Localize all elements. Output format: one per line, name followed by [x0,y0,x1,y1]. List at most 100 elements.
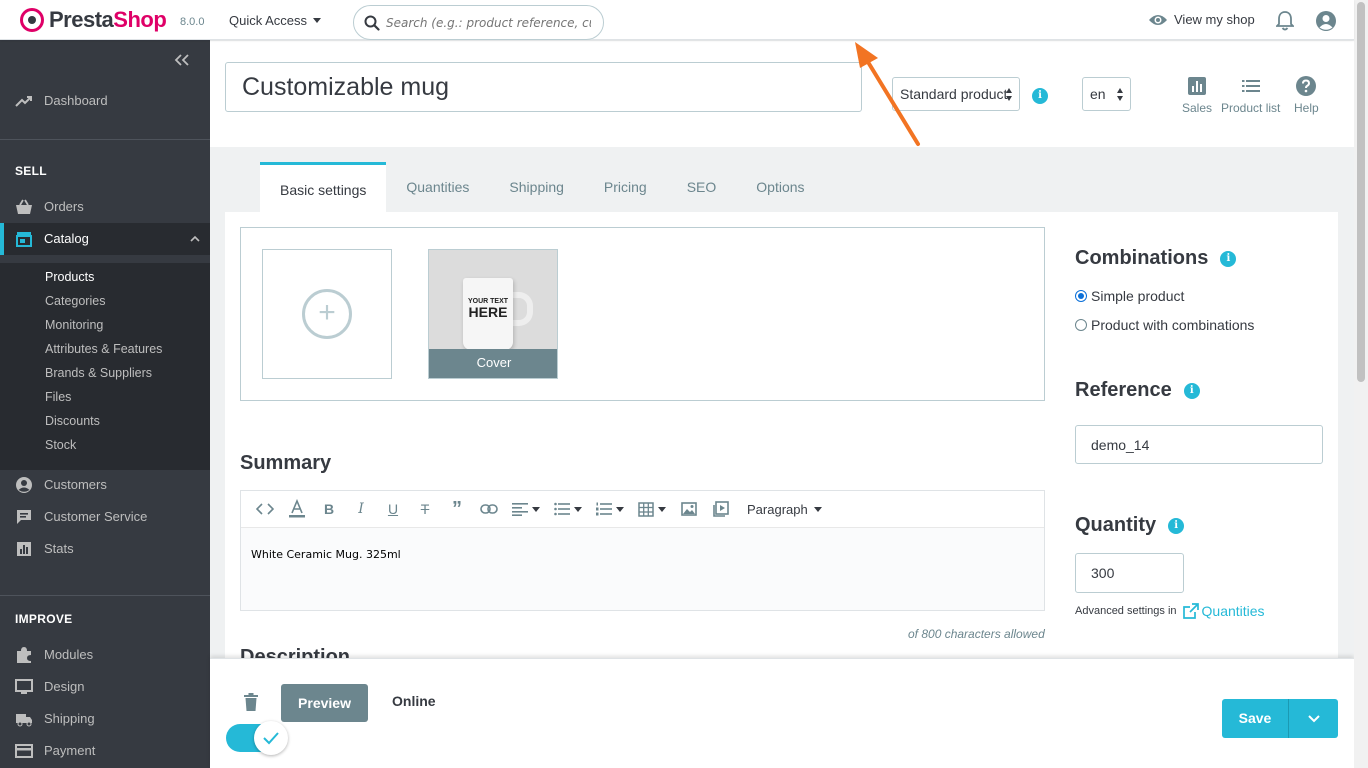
blockquote-icon[interactable]: ” [441,494,473,524]
numbered-list-dropdown[interactable] [589,502,631,516]
tab-basic-settings[interactable]: Basic settings [260,162,387,212]
sidebar-item-dashboard[interactable]: Dashboard [0,85,210,117]
bullet-list-dropdown[interactable] [547,502,589,516]
image-icon[interactable] [673,494,705,524]
paragraph-label: Paragraph [747,501,808,517]
info-icon[interactable]: i [1220,250,1237,267]
tab-options[interactable]: Options [736,162,824,212]
summary-title: Summary [240,452,332,474]
quantities-link[interactable]: Quantities [1182,603,1265,619]
save-button[interactable]: Save [1222,699,1288,738]
sidebar-subitem-discounts[interactable]: Discounts [45,414,100,428]
puffin-logo-icon [20,8,44,32]
advanced-settings-label: Advanced settings in [1075,605,1177,617]
sidebar-item-catalog[interactable]: Catalog [0,223,210,255]
info-icon[interactable]: i [1032,88,1048,104]
summary-text: White Ceramic Mug. 325ml [251,548,401,561]
advanced-settings-hint: Advanced settings in Quantities [1075,603,1265,619]
check-icon [263,732,279,745]
sidebar-item-stats[interactable]: Stats [0,533,210,565]
sidebar-subitem-products[interactable]: Products [45,270,94,284]
chevron-up-icon [190,235,200,242]
table-dropdown[interactable] [631,501,673,517]
external-link-icon [1182,603,1199,619]
search-box[interactable] [353,5,604,40]
quantity-value: 300 [1091,565,1115,581]
align-dropdown[interactable] [505,502,547,516]
sidebar-subitem-files[interactable]: Files [45,390,71,404]
shopping-basket-icon [16,199,32,214]
add-image-button[interactable]: + [262,249,392,379]
online-toggle[interactable] [226,721,288,755]
strikethrough-icon[interactable]: T [409,494,441,524]
search-icon [364,15,380,31]
page-scrollbar[interactable] [1354,0,1368,768]
simple-product-label: Simple product [1091,288,1185,304]
bold-icon[interactable]: B [313,494,345,524]
tab-shipping[interactable]: Shipping [489,162,584,212]
media-icon[interactable] [705,494,737,524]
sidebar-item-customer-service[interactable]: Customer Service [0,501,210,533]
sidebar-item-design[interactable]: Design [0,671,210,703]
summary-text-area[interactable]: White Ceramic Mug. 325ml [241,528,1044,610]
caret-down-icon [616,506,624,512]
source-code-icon[interactable] [249,494,281,524]
sidebar-item-orders[interactable]: Orders [0,191,210,223]
scrollbar-thumb[interactable] [1357,2,1365,382]
user-account-icon[interactable] [1315,10,1337,37]
info-icon[interactable]: i [1168,517,1185,534]
sales-button[interactable]: Sales [1182,75,1212,115]
help-label: Help [1294,101,1319,115]
sidebar-label: Shipping [44,711,95,726]
sidebar-item-shipping[interactable]: Shipping [0,703,210,735]
editor-toolbar: B I U T ” Paragraph [241,491,1044,528]
text-color-icon[interactable] [281,494,313,524]
view-my-shop-link[interactable]: View my shop [1148,12,1255,27]
sidebar-item-customers[interactable]: Customers [0,469,210,501]
tab-seo[interactable]: SEO [667,162,737,212]
product-name-input[interactable] [225,62,862,112]
tab-quantities[interactable]: Quantities [386,162,489,212]
delete-trash-icon[interactable] [244,693,258,716]
quantity-title-text: Quantity [1075,514,1157,536]
notifications-bell-icon[interactable] [1274,11,1296,36]
caret-down-icon [532,506,540,512]
simple-product-radio[interactable]: Simple product [1075,288,1184,304]
quantity-input[interactable]: 300 [1075,553,1184,593]
prestashop-logo[interactable]: PrestaShop [20,8,167,32]
collapse-sidebar-icon[interactable] [174,53,190,71]
sidebar-label: Payment [44,743,96,758]
top-bar: PrestaShop 8.0.0 Quick Access View my sh… [0,0,1354,40]
combinations-radio[interactable]: Product with combinations [1075,317,1254,333]
save-options-dropdown[interactable] [1288,699,1338,738]
view-my-shop-label: View my shop [1174,12,1255,27]
product-image-cover[interactable]: YOUR TEXT HERE Cover [428,249,558,379]
select-arrows-icon [1117,88,1124,101]
tab-pricing[interactable]: Pricing [584,162,667,212]
sidebar-subitem-brands-suppliers[interactable]: Brands & Suppliers [45,366,152,380]
numbered-list-icon [596,502,612,516]
quick-access-dropdown[interactable]: Quick Access [229,13,322,28]
sidebar-subitem-attributes-features[interactable]: Attributes & Features [45,342,162,356]
sidebar-subitem-stock[interactable]: Stock [45,438,76,452]
italic-icon[interactable]: I [345,494,377,524]
radio-checked[interactable] [1075,290,1087,302]
sidebar-subitem-monitoring[interactable]: Monitoring [45,318,103,332]
sidebar-item-modules[interactable]: Modules [0,639,210,671]
info-icon[interactable]: i [1183,382,1200,399]
search-input[interactable] [386,15,591,30]
underline-icon[interactable]: U [377,494,409,524]
reference-input[interactable]: demo_14 [1075,425,1323,464]
product-list-button[interactable]: Product list [1221,75,1280,115]
bullet-list-icon [554,502,570,516]
link-icon[interactable] [473,494,505,524]
sidebar-subitem-categories[interactable]: Categories [45,294,105,308]
preview-button[interactable]: Preview [281,684,368,722]
sidebar-label: Dashboard [44,93,108,108]
sidebar-item-payment[interactable]: Payment [0,735,210,767]
radio-unchecked[interactable] [1075,319,1087,331]
sales-label: Sales [1182,101,1213,115]
language-select[interactable]: en [1082,77,1131,111]
help-button[interactable]: Help [1294,75,1319,115]
paragraph-format-dropdown[interactable]: Paragraph [737,502,822,517]
